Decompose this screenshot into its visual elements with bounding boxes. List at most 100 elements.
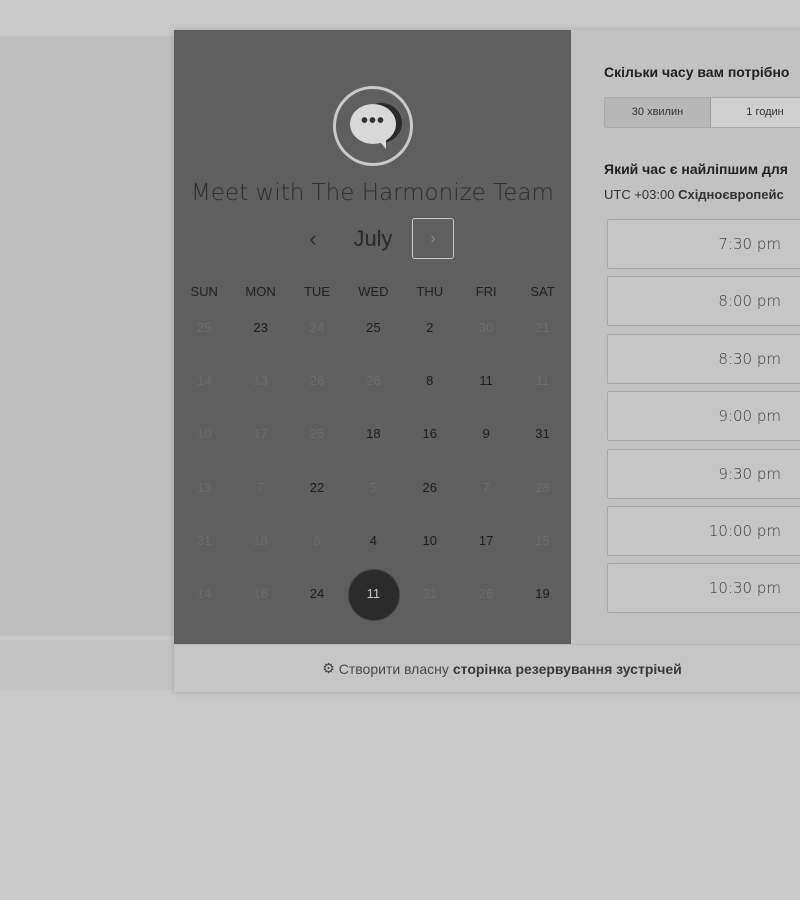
time-slot-button[interactable]: 8:00 pm (607, 276, 800, 327)
calendar-day-number: 11 (535, 373, 550, 389)
calendar-day[interactable]: 26 (402, 472, 458, 525)
calendar-day[interactable]: 16 (402, 418, 458, 471)
duration-30min-button[interactable]: 30 хвилин (605, 98, 711, 127)
calendar-day-number: 17 (478, 532, 494, 548)
time-slot-button[interactable]: 7:30 pm (607, 219, 800, 269)
calendar-day[interactable]: 10 (402, 525, 458, 578)
calendar-day: 18 (232, 525, 288, 578)
calendar-day-number: 18 (366, 426, 381, 442)
calendar-day: 24 (289, 312, 345, 365)
next-month-button[interactable]: › (412, 218, 454, 259)
calendar-day-number: 31 (196, 532, 212, 548)
footer-link-text[interactable]: сторінка резервування зустрічей (453, 661, 682, 677)
calendar-week: 10 17 25 18 16 9 31 (176, 418, 571, 471)
time-slot-list: 7:30 pm 8:00 pm 8:30 pm 9:00 pm 9:30 pm 10:00… (607, 219, 800, 621)
calendar-day-number: 4 (369, 532, 377, 548)
calendar-day[interactable]: 22 (289, 472, 345, 525)
timezone-selector[interactable]: UTC +03:00 Східноєвропейс (604, 187, 784, 202)
calendar-day[interactable]: 8 (402, 365, 458, 418)
time-slot-button[interactable]: 8:30 pm (607, 333, 800, 384)
calendar-day-number: 10 (422, 532, 437, 548)
calendar-day: 31 (402, 578, 458, 631)
calendar-day-number: 5 (369, 479, 377, 495)
weekday-label: THU (416, 284, 444, 299)
calendar-day-number: 14 (196, 373, 212, 389)
calendar-day: 26 (289, 365, 345, 418)
time-slot-button[interactable]: 10:30 pm (607, 563, 800, 614)
sprocket-icon: ⚙ (322, 660, 335, 676)
weekday-label: WED (358, 284, 389, 299)
calendar-day-number: 17 (253, 426, 268, 442)
calendar-day: 26 (458, 578, 514, 631)
calendar-day-number: 7 (482, 479, 490, 495)
calendar-day[interactable]: 11 (458, 365, 514, 418)
meetings-widget: ••• Meet with The Harmonize Team ‹ July … (174, 30, 800, 692)
calendar-day[interactable]: 19 (514, 578, 570, 631)
calendar-day: 7 (232, 472, 288, 525)
calendar-day-number: 31 (422, 585, 437, 601)
calendar-day-number: 30 (478, 320, 494, 335)
calendar-day[interactable]: 17 (458, 525, 514, 578)
calendar-day[interactable]: 2 (402, 312, 458, 365)
calendar-day-number: 8 (426, 373, 434, 389)
calendar-day[interactable]: 31 (514, 418, 570, 471)
calendar-day: 16 (232, 578, 288, 631)
calendar-day[interactable]: 23 (232, 312, 288, 365)
calendar-day-number: 11 (479, 373, 493, 389)
weekday-label: TUE (303, 284, 330, 299)
calendar-day: 26 (345, 365, 401, 418)
calendar-day-number: 28 (535, 479, 550, 495)
calendar-day: 15 (514, 525, 570, 578)
calendar-day-number: 24 (309, 585, 325, 601)
calendar-day-number: 25 (309, 426, 325, 442)
time-slot-button[interactable]: 9:30 pm (607, 448, 800, 499)
footer-prefix: Створити власну (338, 660, 449, 677)
calendar-day: 13 (176, 472, 232, 525)
time-slot-button[interactable]: 10:00 pm (607, 505, 800, 556)
calendar-day: 13 (232, 365, 288, 418)
calendar-day-number: 15 (535, 532, 550, 548)
calendar-day: 8 (289, 525, 345, 578)
calendar-day-number: 13 (196, 479, 212, 495)
calendar-day-number: 22 (309, 479, 325, 495)
calendar-week: 14 16 24 11 31 26 19 (176, 568, 571, 631)
time-slot-button[interactable]: 9:00 pm (607, 391, 800, 442)
calendar-day-selected[interactable]: 11 (345, 568, 401, 631)
calendar-day-number: 31 (535, 426, 550, 442)
calendar-day-number: 25 (366, 320, 381, 335)
weekday-label: SUN (190, 284, 218, 299)
calendar-day: 28 (514, 472, 570, 525)
calendar-day: 30 (458, 312, 514, 365)
timezone-offset: UTC +03:00 (604, 187, 675, 202)
calendar-day: 7 (458, 472, 514, 525)
calendar-day-number: 14 (196, 585, 212, 601)
calendar-day[interactable]: 18 (345, 418, 401, 471)
calendar-day[interactable]: 24 (289, 578, 345, 631)
calendar-day[interactable]: 9 (458, 418, 514, 471)
weekday-header: SUN MON TUE WED THU FRI SAT (176, 284, 571, 299)
footer-link[interactable]: ⚙ Створити власну сторінка резервування … (174, 644, 800, 692)
calendar-day-number: 11 (366, 585, 381, 601)
weekday-label: MON (245, 284, 276, 299)
chat-bubble-tail (376, 137, 386, 149)
calendar-panel: ••• Meet with The Harmonize Team ‹ July … (174, 30, 571, 644)
calendar-day-number: 23 (253, 320, 268, 335)
time-selection-panel: Скільки часу вам потрібно 30 хвилин 1 го… (571, 30, 800, 644)
chat-bubble-icon: ••• (350, 104, 396, 144)
calendar-day-number: 16 (253, 585, 268, 601)
calendar-day-number: 26 (366, 373, 381, 389)
calendar-day: 14 (176, 578, 232, 631)
prev-month-button[interactable]: ‹ (300, 224, 326, 254)
calendar-week: 14 13 26 26 8 11 11 (176, 365, 571, 418)
calendar-day[interactable]: 25 (345, 312, 401, 365)
calendar-day-number: 26 (309, 373, 325, 389)
timezone-name: Східноєвропейс (678, 187, 784, 202)
calendar-day: 11 (514, 365, 570, 418)
duration-1hour-button[interactable]: 1 годин (711, 98, 800, 127)
team-avatar: ••• (333, 86, 413, 166)
weekday-label: FRI (475, 284, 497, 299)
calendar-day: 14 (176, 365, 232, 418)
calendar-day: 25 (176, 312, 232, 365)
time-question: Який час є найліпшим для (604, 161, 788, 177)
calendar-day-number: 21 (535, 320, 550, 335)
